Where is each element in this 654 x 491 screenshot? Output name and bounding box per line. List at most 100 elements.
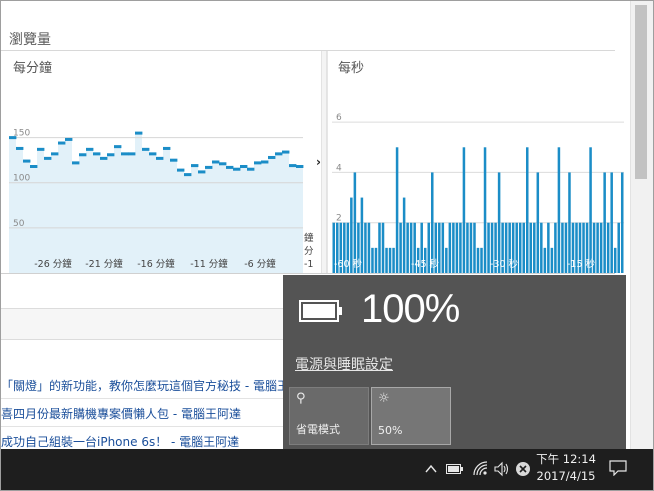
bar-top-marker [261,160,269,164]
per-second-chart-panel: 每秒 6 4 2 -60 秒 -45 秒 -30 秒 -15 秒 [327,51,625,273]
chart-bottom-divider [1,273,615,274]
clock-date: 2017/4/15 [536,469,596,483]
tile-label: 省電模式 [296,423,340,436]
chevron-right-icon[interactable]: › [316,155,321,169]
bar [543,247,547,273]
battery-full-icon [299,300,342,322]
bar-top-marker [205,165,213,169]
bar-top-marker [58,141,66,145]
volume-icon[interactable] [494,461,510,477]
bar-top-marker [44,156,52,160]
bar [385,247,388,273]
y-tick-label: 4 [336,163,342,173]
bar [459,222,462,273]
bar-top-marker [149,152,157,156]
bar-top-marker [37,147,45,151]
bar [441,222,445,273]
bar-top-marker [9,136,17,140]
bar [550,247,554,273]
partial-axis-label: -1 [304,259,313,270]
x-tick-label: -30 秒 [490,258,519,270]
x-tick-label: -60 秒 [334,258,363,270]
bar [518,222,522,273]
partial-axis-label: 鐘 [304,232,314,244]
bar-top-marker [198,170,206,174]
bar [367,222,371,273]
battery-percent: 100% [361,287,460,331]
bar [466,222,469,273]
bar [599,222,603,273]
bar [431,172,434,273]
wifi-icon[interactable] [472,460,488,476]
article-link[interactable]: 「關燈」的新功能，教你怎麼玩這個官方秘技 - 電腦王阿達 [1,377,313,394]
bar [557,147,561,273]
action-center-icon[interactable] [609,460,627,476]
bar [399,222,402,273]
bar [620,172,624,273]
bar [522,222,525,273]
chevron-up-icon[interactable] [425,464,437,474]
battery-icon[interactable] [446,463,464,475]
bar-top-marker [296,164,304,168]
bar [353,172,357,273]
bar [525,147,529,273]
bar-top-marker [142,147,150,151]
bar-top-marker [86,147,94,151]
article-link[interactable]: 喜四月份最新購機專案價懶人包 - 電腦王阿達 [1,405,241,422]
per-minute-chart: 15010050-26 分鐘 -21 分鐘 -16 分鐘 -11 分鐘 -6 分鐘鐘分-… [9,129,314,273]
bar [452,222,455,273]
bar-top-marker [191,164,199,168]
brightness-tile[interactable]: ☼ 50% [371,387,451,445]
close-circle-icon[interactable] [515,461,531,477]
bar-top-marker [233,167,241,171]
bar [540,222,543,273]
bar-top-marker [79,153,87,157]
bar-top-marker [247,167,255,171]
bar [613,247,617,273]
bar-top-marker [16,146,24,150]
bar-top-marker [170,158,178,162]
battery-flyout: 100% 電源與睡眠設定 ⚲ 省電模式 ☼ 50% [283,275,626,449]
bar [589,147,592,273]
scrollbar-thumb[interactable] [635,5,647,179]
bar [392,247,395,273]
bar [378,222,381,273]
bar-top-marker [72,161,80,165]
x-tick-label: -15 秒 [567,258,596,270]
bar-top-marker [177,168,185,172]
bar-top-marker [275,152,283,156]
bar [395,147,399,273]
bar [497,172,501,273]
article-link[interactable]: 成功自己組裝一台iPhone 6s！ - 電腦王阿達 [1,433,239,449]
y-tick-label: 2 [336,214,342,224]
power-sleep-settings-link[interactable]: 電源與睡眠設定 [295,354,393,374]
taskbar: 下午 12:14 2017/4/15 [1,449,653,490]
y-tick-label: 6 [336,113,342,123]
bar-top-marker [163,146,171,150]
bar-top-marker [121,152,129,156]
bar [476,247,480,273]
bar-top-marker [219,162,227,166]
bar [480,247,483,273]
y-tick-label: 50 [13,219,25,229]
bar-top-marker [30,164,38,168]
bar [469,222,473,273]
bar [596,222,599,273]
bar-top-marker [289,164,297,168]
y-tick-label: 100 [13,174,30,184]
battery-saver-tile[interactable]: ⚲ 省電模式 [289,387,369,445]
bar [473,222,476,273]
bar [406,222,409,273]
bar-top-marker [128,152,136,156]
bar-top-marker [51,152,59,156]
taskbar-clock[interactable]: 下午 12:14 2017/4/15 [536,451,596,485]
bar [364,222,367,273]
bar-top-marker [65,137,73,141]
bar [448,222,452,273]
bar [568,172,571,273]
bar-top-marker [240,164,248,168]
bar-top-marker [226,165,234,169]
per-second-chart: 6 4 2 -60 秒 -45 秒 -30 秒 -15 秒 [332,113,624,273]
bar [455,222,459,273]
bar-top-marker [93,152,101,156]
